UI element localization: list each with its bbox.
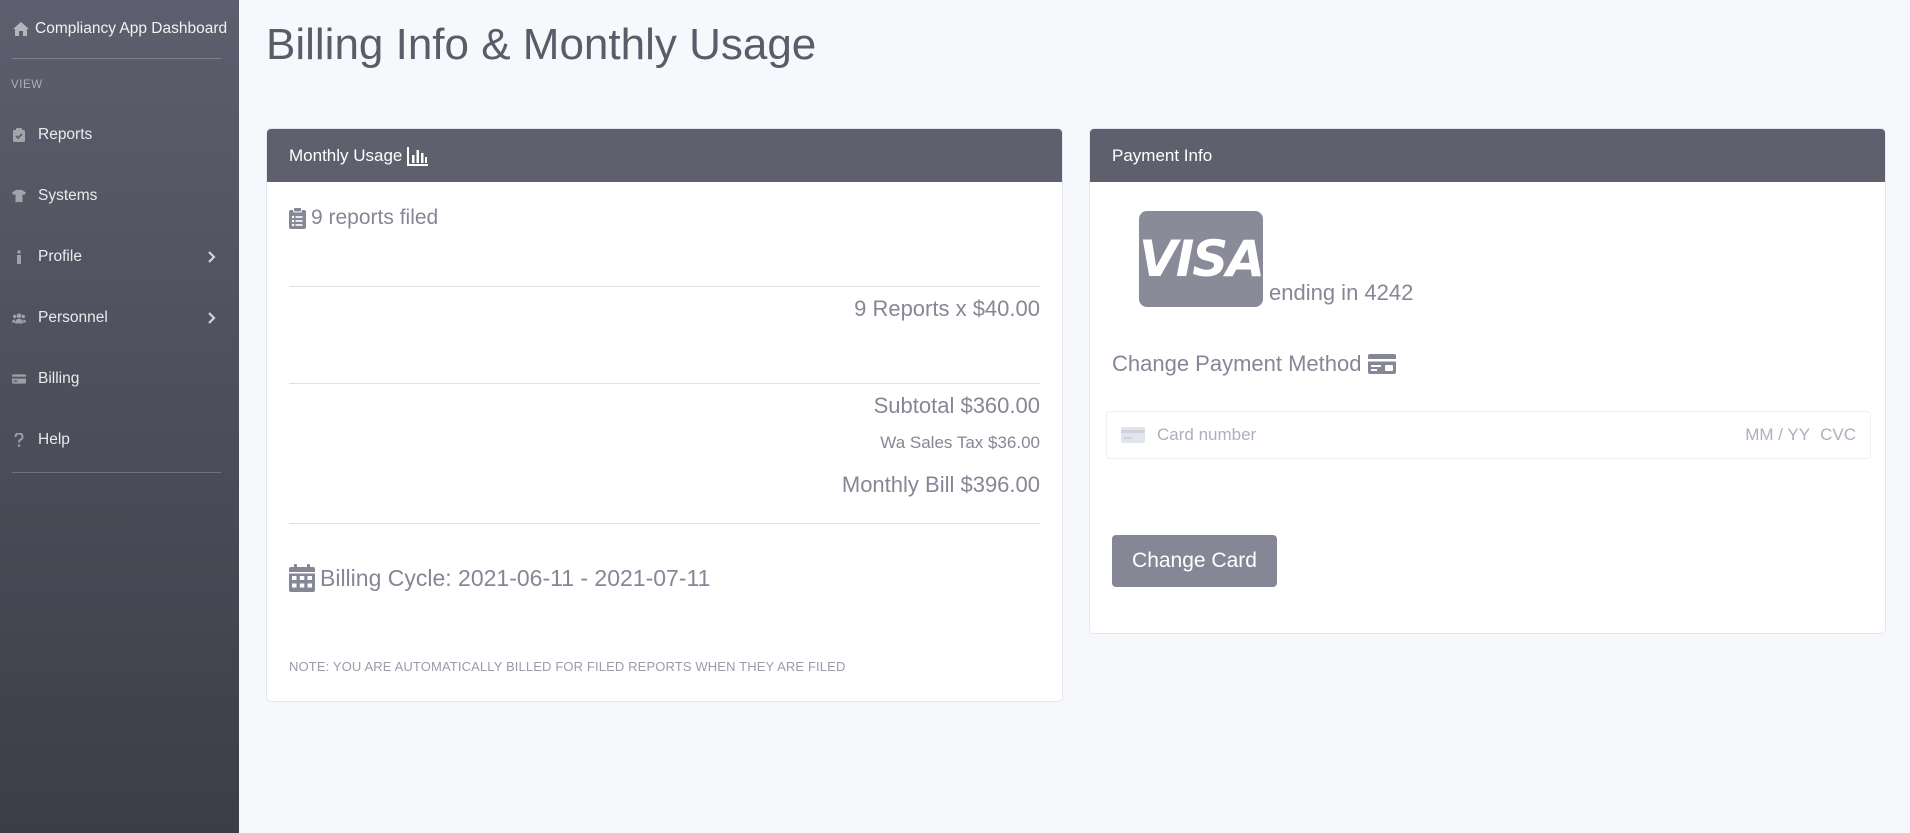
card-brand: VISA (1139, 230, 1265, 288)
change-payment-method: Change Payment Method (1112, 351, 1396, 377)
sidebar-item-billing[interactable]: Billing (0, 348, 239, 409)
sidebar-heading: VIEW (11, 79, 43, 91)
card-cvc-input[interactable]: CVC (1820, 425, 1856, 445)
divider (289, 523, 1040, 524)
page-title: Billing Info & Monthly Usage (266, 20, 817, 69)
visa-logo: VISA (1139, 211, 1265, 307)
sidebar-divider (12, 472, 221, 473)
reports-filed: 9 reports filed (289, 206, 438, 230)
card-ending: ending in 4242 (1269, 280, 1414, 305)
monthly-usage-card: Monthly Usage 9 reports filed 9 Reports … (266, 128, 1063, 702)
brand-label: Compliancy App Dashboard (35, 20, 228, 37)
line-item: 9 Reports x $40.00 (854, 296, 1040, 321)
payment-info-body: VISA ending in 4242 Change Payment Metho… (1090, 182, 1885, 633)
sidebar-item-label: Reports (38, 125, 93, 143)
billing-cycle-text: Billing Cycle: 2021-06-11 - 2021-07-11 (320, 564, 711, 591)
sidebar-item-systems[interactable]: Systems (0, 165, 239, 226)
credit-card-icon (12, 372, 26, 386)
card-input-field[interactable]: Card number MM / YY CVC (1106, 411, 1871, 459)
sidebar-item-label: Profile (38, 247, 82, 265)
billing-cycle: Billing Cycle: 2021-06-11 - 2021-07-11 (289, 564, 710, 592)
card-placeholder-icon (1121, 427, 1145, 443)
sidebar-item-label: Help (38, 430, 70, 448)
calendar-icon (289, 564, 315, 592)
monthly-bill: Monthly Bill $396.00 (841, 472, 1040, 497)
info-icon (12, 249, 26, 264)
change-card-button[interactable]: Change Card (1112, 535, 1277, 587)
brand-link[interactable]: Compliancy App Dashboard (0, 0, 239, 58)
payment-info-card: Payment Info VISA ending in 4242 Change … (1089, 128, 1886, 634)
sidebar-item-label: Systems (38, 186, 98, 204)
chart-bar-icon (407, 146, 429, 166)
sidebar-item-personnel[interactable]: Personnel (0, 287, 239, 348)
sidebar-item-help[interactable]: Help (0, 409, 239, 470)
sidebar-item-reports[interactable]: Reports (0, 104, 239, 165)
chevron-right-icon (207, 250, 217, 264)
payment-info-title: Payment Info (1112, 145, 1213, 165)
card-number-input[interactable]: Card number (1157, 425, 1745, 445)
sidebar-item-label: Personnel (38, 308, 108, 326)
monthly-usage-header: Monthly Usage (267, 129, 1062, 182)
payment-info-header: Payment Info (1090, 129, 1885, 182)
sidebar-item-label: Billing (38, 369, 80, 387)
home-icon (12, 20, 30, 38)
monthly-usage-title: Monthly Usage (289, 145, 403, 165)
subtotal: Subtotal $360.00 (873, 393, 1040, 418)
reports-filed-text: 9 reports filed (311, 206, 439, 229)
monthly-usage-body: 9 reports filed 9 Reports x $40.00 Subto… (267, 182, 1062, 701)
money-check-icon (1367, 354, 1396, 374)
billing-note: NOTE: YOU ARE AUTOMATICALLY BILLED FOR F… (289, 659, 846, 674)
card-expiry-input[interactable]: MM / YY (1745, 425, 1810, 445)
sales-tax: Wa Sales Tax $36.00 (880, 433, 1040, 452)
divider (289, 383, 1040, 384)
divider (289, 286, 1040, 287)
users-icon (12, 311, 26, 325)
chevron-right-icon (207, 311, 217, 325)
clipboard-list-icon (289, 207, 306, 229)
clipboard-check-icon (12, 127, 26, 142)
sidebar: Compliancy App Dashboard VIEW Reports Sy… (0, 0, 239, 833)
change-payment-method-label: Change Payment Method (1112, 351, 1362, 376)
question-icon (12, 432, 26, 447)
tshirt-icon (12, 189, 26, 203)
sidebar-item-profile[interactable]: Profile (0, 226, 239, 287)
